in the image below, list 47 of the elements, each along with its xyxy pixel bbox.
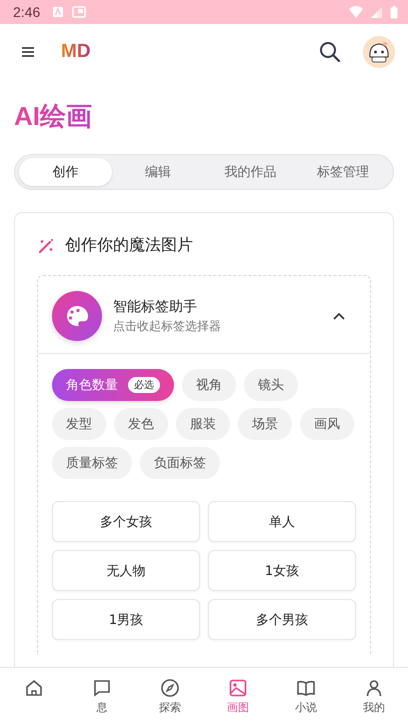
option-button[interactable]: 1女孩 [208,550,356,591]
nav-label[interactable]: 息 [96,701,108,715]
required-badge: 必选 [128,377,160,393]
category-chip[interactable]: 角色数量 必选 [52,369,174,401]
option-button[interactable]: 单人 [208,501,356,542]
category-chip[interactable]: 发色 [114,408,168,440]
wifi-icon [349,6,363,18]
assistant-title: 智能标签助手 [113,298,198,316]
chevron-up-icon[interactable] [332,312,346,320]
assistant-subtitle: 点击收起标签选择器 [113,318,222,334]
option-button[interactable]: 无人物 [52,550,200,591]
option-button[interactable]: 多个男孩 [208,599,356,640]
image-icon[interactable] [228,678,248,698]
status-time: 2:46 [13,4,40,20]
option-button[interactable]: 多个女孩 [52,501,200,542]
tab[interactable]: 创作 [19,158,112,186]
search-icon[interactable] [319,41,341,63]
menu-icon[interactable] [21,46,35,58]
chat-icon[interactable] [92,678,112,698]
category-chip[interactable]: 服装 [176,408,230,440]
notification-icon [52,6,64,18]
tab[interactable]: 标签管理 [296,158,389,186]
category-chip[interactable]: 镜头 [244,369,298,401]
option-button[interactable]: 1男孩 [52,599,200,640]
signal-icon [371,6,382,18]
compass-icon[interactable] [160,678,180,698]
nav-label[interactable]: 小说 [295,701,317,715]
nav-label[interactable]: 探索 [159,701,181,715]
notification-icon [72,6,86,18]
category-chip[interactable]: 画风 [300,408,354,440]
category-chip[interactable]: 质量标签 [52,447,132,479]
battery-icon [390,6,398,18]
category-chip[interactable]: 负面标签 [140,447,220,479]
category-chip[interactable]: 视角 [182,369,236,401]
category-chip[interactable]: 发型 [52,408,106,440]
avatar-icon[interactable] [363,36,395,68]
category-chip[interactable]: 场景 [238,408,292,440]
nav-label[interactable]: 画图 [227,701,249,715]
card-title: 创作你的魔法图片 [65,235,193,256]
magic-wand-icon [37,236,55,254]
palette-icon [52,291,102,341]
nav-label[interactable]: 我的 [363,701,385,715]
person-icon[interactable] [364,678,384,698]
home-icon[interactable] [24,678,44,698]
tab[interactable]: 我的作品 [204,158,296,186]
tab[interactable]: 编辑 [112,158,204,186]
book-icon[interactable] [296,678,316,698]
